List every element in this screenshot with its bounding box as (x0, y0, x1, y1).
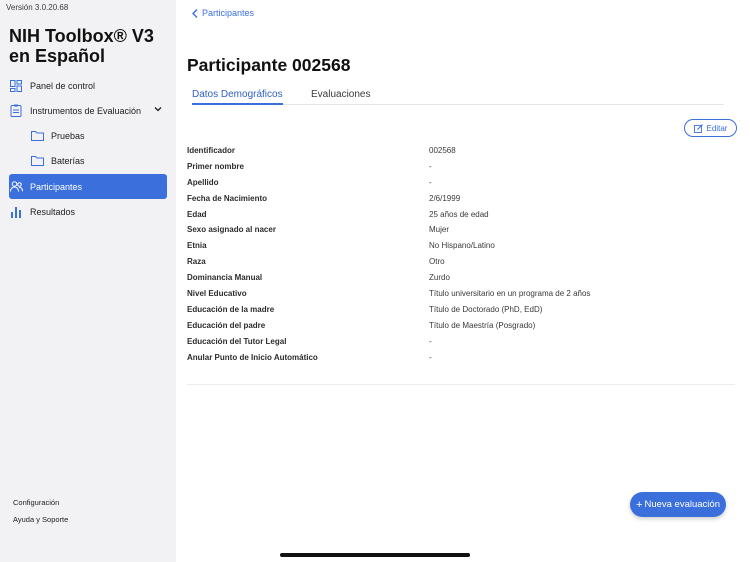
main-content: Participantes Participante 002568 Datos … (176, 0, 750, 562)
field-label: Apellido (187, 177, 219, 187)
edit-icon (693, 123, 703, 133)
field-label: Edad (187, 209, 207, 219)
folder-icon (30, 129, 44, 143)
sidebar-item-results[interactable]: Resultados (9, 199, 167, 224)
field-value: Título de Doctorado (PhD, EdD) (429, 304, 543, 314)
help-link[interactable]: Ayuda y Soporte (13, 515, 68, 524)
field-value: Zurdo (429, 273, 450, 283)
field-row: Educación del Tutor Legal - (187, 334, 735, 350)
field-value: No Hispano/Latino (429, 241, 495, 251)
tab-evaluations[interactable]: Evaluaciones (311, 89, 370, 105)
field-label: Sexo asignado al nacer (187, 225, 276, 235)
app-title: NIH Toolbox® V3 en Español (9, 26, 154, 66)
settings-link[interactable]: Configuración (13, 498, 59, 507)
sidebar-item-instruments[interactable]: Instrumentos de Evaluación (9, 98, 167, 123)
field-value: - (429, 336, 432, 346)
field-row: Fecha de Nacimiento 2/6/1999 (187, 191, 735, 207)
chevron-down-icon[interactable] (153, 104, 163, 116)
sidebar-item-tests[interactable]: Pruebas (30, 123, 167, 148)
sidebar-item-label: Participantes (30, 181, 83, 192)
field-row: Apellido - (187, 175, 735, 191)
field-value: Otro (429, 257, 445, 267)
field-label: Raza (187, 257, 206, 267)
bar-chart-icon (9, 205, 23, 219)
field-row: Anular Punto de Inicio Automático - (187, 350, 735, 366)
tab-bar: Datos Demográficos Evaluaciones (192, 89, 724, 105)
field-label: Dominancia Manual (187, 273, 263, 283)
field-label: Nivel Educativo (187, 289, 247, 299)
divider (187, 384, 735, 385)
field-value: - (429, 352, 432, 362)
field-value: 002568 (429, 146, 456, 155)
field-row: Etnia No Hispano/Latino (187, 238, 735, 254)
edit-button[interactable]: Editar (684, 119, 737, 137)
field-row: Edad 25 años de edad (187, 207, 735, 223)
version-label: Versión 3.0.20.68 (6, 3, 69, 12)
home-indicator (280, 553, 470, 557)
field-row: Sexo asignado al nacer Mujer (187, 222, 735, 238)
sidebar-item-label: Instrumentos de Evaluación (30, 105, 142, 116)
field-value: - (429, 177, 432, 187)
field-row: Educación del padre Título de Maestría (… (187, 318, 735, 334)
field-value: Título universitario en un programa de 2… (429, 289, 591, 299)
users-icon (9, 180, 23, 194)
sidebar-item-label: Pruebas (51, 130, 85, 141)
back-button[interactable]: Participantes (192, 8, 254, 18)
field-row: Dominancia Manual Zurdo (187, 270, 735, 286)
field-label: Etnia (187, 241, 207, 251)
sidebar-item-dashboard[interactable]: Panel de control (9, 73, 167, 98)
field-value: - (429, 161, 432, 171)
field-row: Primer nombre - (187, 159, 735, 175)
page-title: Participante 002568 (187, 55, 351, 75)
sidebar-item-participants[interactable]: Participantes (9, 174, 167, 199)
sidebar-item-batteries[interactable]: Baterías (30, 148, 167, 173)
folder-icon (30, 154, 44, 168)
field-row: Educación de la madre Título de Doctorad… (187, 302, 735, 318)
field-label: Educación del padre (187, 320, 266, 330)
sidebar-item-label: Resultados (30, 206, 76, 217)
new-evaluation-label: Nueva evaluación (644, 499, 720, 510)
back-label: Participantes (202, 8, 255, 18)
field-label: Anular Punto de Inicio Automático (187, 352, 318, 362)
field-row: Raza Otro (187, 254, 735, 270)
field-row: Nivel Educativo Título universitario en … (187, 286, 735, 302)
chevron-left-icon (192, 8, 198, 18)
field-label: Educación de la madre (187, 304, 275, 314)
plus-icon: + (636, 498, 643, 511)
edit-label: Editar (706, 123, 728, 133)
field-label: Educación del Tutor Legal (187, 336, 287, 346)
field-value: 25 años de edad (429, 209, 489, 219)
tab-demographics[interactable]: Datos Demográficos (192, 89, 283, 105)
clipboard-icon (9, 104, 23, 118)
field-label: Fecha de Nacimiento (187, 193, 268, 203)
field-value: 2/6/1999 (429, 193, 461, 203)
sidebar-item-label: Baterías (51, 155, 85, 166)
field-value: Título de Maestría (Posgrado) (429, 320, 536, 330)
field-value: Mujer (429, 225, 450, 235)
field-label: Identificador (187, 146, 236, 155)
demographics-list: Identificador 002568 Primer nombre - Ape… (187, 143, 735, 365)
field-label: Primer nombre (187, 161, 244, 171)
sidebar: Versión 3.0.20.68 NIH Toolbox® V3 en Esp… (0, 0, 176, 562)
dashboard-icon (9, 79, 23, 93)
new-evaluation-button[interactable]: + Nueva evaluación (630, 492, 726, 517)
field-row: Identificador 002568 (187, 143, 735, 159)
sidebar-item-label: Panel de control (30, 80, 96, 91)
